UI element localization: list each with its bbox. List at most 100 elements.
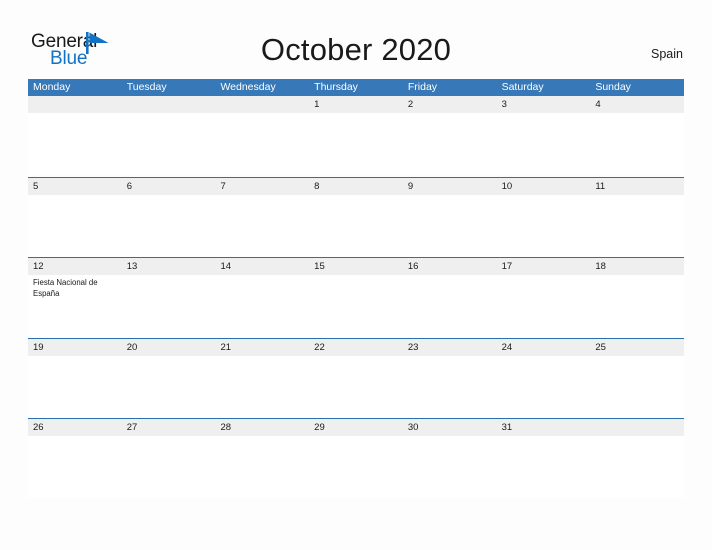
day-cell-6[interactable]	[122, 195, 216, 257]
day-number-empty	[28, 96, 122, 113]
day-cell-20[interactable]	[122, 356, 216, 418]
day-cell-18[interactable]	[590, 275, 684, 337]
day-number-18[interactable]: 18	[590, 258, 684, 275]
week-event-row	[28, 355, 684, 418]
day-number-6[interactable]: 6	[122, 178, 216, 195]
day-cell-23[interactable]	[403, 356, 497, 418]
day-cell-empty	[590, 436, 684, 498]
weekday-header-wednesday: Wednesday	[220, 81, 276, 93]
day-number-20[interactable]: 20	[122, 339, 216, 356]
day-cell-3[interactable]	[497, 113, 591, 175]
calendar-week-row: 5 6 7 8 9 10 11	[28, 176, 684, 258]
day-cell-16[interactable]	[403, 275, 497, 337]
day-cell-empty	[122, 113, 216, 175]
day-cell-11[interactable]	[590, 195, 684, 257]
weekday-header-thursday: Thursday	[314, 81, 358, 93]
week-event-row: Fiesta Nacional de España	[28, 275, 684, 337]
calendar-weeks: 1 2 3 4 5 6 7 8 9 10 11 12 13 14 15 16 17 18 Fiesta Nacion…	[28, 96, 684, 499]
weekday-header-monday: Monday	[33, 81, 71, 93]
calendar-week-row: 19 20 21 22 23 24 25	[28, 337, 684, 419]
day-number-1[interactable]: 1	[309, 96, 403, 113]
day-cell-27[interactable]	[122, 436, 216, 498]
day-number-19[interactable]: 19	[28, 339, 122, 356]
day-number-11[interactable]: 11	[590, 178, 684, 195]
day-number-4[interactable]: 4	[590, 96, 684, 113]
day-cell-empty	[28, 113, 122, 175]
day-cell-15[interactable]	[309, 275, 403, 337]
holiday-event: Fiesta Nacional de España	[33, 278, 98, 298]
day-cell-13[interactable]	[122, 275, 216, 337]
day-number-8[interactable]: 8	[309, 178, 403, 195]
day-cell-5[interactable]	[28, 195, 122, 257]
week-event-row	[28, 436, 684, 498]
day-number-31[interactable]: 31	[497, 419, 591, 436]
day-cell-empty	[215, 113, 309, 175]
week-event-row	[28, 194, 684, 257]
calendar-page: General Blue October 2020 Spain Monday Tu…	[0, 0, 712, 550]
day-number-15[interactable]: 15	[309, 258, 403, 275]
day-cell-14[interactable]	[215, 275, 309, 337]
day-number-16[interactable]: 16	[403, 258, 497, 275]
day-cell-25[interactable]	[590, 356, 684, 418]
day-number-3[interactable]: 3	[497, 96, 591, 113]
week-date-band: 1234	[28, 96, 684, 113]
day-number-25[interactable]: 25	[590, 339, 684, 356]
day-cell-30[interactable]	[403, 436, 497, 498]
day-number-12[interactable]: 12	[28, 258, 122, 275]
day-number-29[interactable]: 29	[309, 419, 403, 436]
day-number-22[interactable]: 22	[309, 339, 403, 356]
calendar-week-row: 12 13 14 15 16 17 18 Fiesta Nacional de España	[28, 257, 684, 338]
day-cell-22[interactable]	[309, 356, 403, 418]
day-cell-8[interactable]	[309, 195, 403, 257]
day-number-10[interactable]: 10	[497, 178, 591, 195]
day-number-2[interactable]: 2	[403, 96, 497, 113]
week-date-band: 26 27 28 29 30 31	[28, 419, 684, 436]
day-cell-29[interactable]	[309, 436, 403, 498]
day-cell-28[interactable]	[215, 436, 309, 498]
day-cell-12[interactable]: Fiesta Nacional de España	[28, 275, 122, 337]
day-cell-1[interactable]	[309, 113, 403, 175]
country-label: Spain	[651, 47, 683, 61]
day-cell-19[interactable]	[28, 356, 122, 418]
calendar-week-row: 26 27 28 29 30 31	[28, 418, 684, 499]
day-cell-31[interactable]	[497, 436, 591, 498]
day-number-23[interactable]: 23	[403, 339, 497, 356]
week-date-band: 12 13 14 15 16 17 18	[28, 258, 684, 275]
day-number-28[interactable]: 28	[215, 419, 309, 436]
day-cell-21[interactable]	[215, 356, 309, 418]
day-cell-2[interactable]	[403, 113, 497, 175]
weekday-header-friday: Friday	[407, 81, 438, 93]
weekday-header-tuesday: Tuesday	[126, 81, 167, 93]
day-cell-7[interactable]	[215, 195, 309, 257]
day-cell-26[interactable]	[28, 436, 122, 498]
week-date-band: 5 6 7 8 9 10 11	[28, 177, 684, 195]
day-number-13[interactable]: 13	[122, 258, 216, 275]
day-number-9[interactable]: 9	[403, 178, 497, 195]
day-number-21[interactable]: 21	[215, 339, 309, 356]
weekday-header-sunday: Sunday	[595, 81, 631, 93]
day-number-24[interactable]: 24	[497, 339, 591, 356]
day-number-27[interactable]: 27	[122, 419, 216, 436]
day-number-5[interactable]: 5	[28, 178, 122, 195]
day-cell-4[interactable]	[590, 113, 684, 175]
day-number-30[interactable]: 30	[403, 419, 497, 436]
day-cell-17[interactable]	[497, 275, 591, 337]
day-cell-9[interactable]	[403, 195, 497, 257]
day-cell-10[interactable]	[497, 195, 591, 257]
day-cell-24[interactable]	[497, 356, 591, 418]
day-number-empty	[215, 96, 309, 113]
page-title: October 2020	[260, 32, 452, 67]
day-number-26[interactable]: 26	[28, 419, 122, 436]
week-date-band: 19 20 21 22 23 24 25	[28, 338, 684, 356]
day-number-17[interactable]: 17	[497, 258, 591, 275]
day-number-empty	[122, 96, 216, 113]
calendar-grid: Monday Tuesday Wednesday Thursday Friday Satu…	[28, 79, 684, 499]
weekday-header-saturday: Saturday	[501, 81, 544, 93]
calendar-week-row: 1234	[28, 96, 684, 177]
day-number-empty	[590, 419, 684, 436]
page-header: General Blue October 2020 Spain	[0, 0, 712, 78]
weekday-header-row: Monday Tuesday Wednesday Thursday Friday Satu…	[28, 79, 684, 96]
week-event-row	[28, 113, 684, 175]
day-number-7[interactable]: 7	[215, 178, 309, 195]
day-number-14[interactable]: 14	[215, 258, 309, 275]
